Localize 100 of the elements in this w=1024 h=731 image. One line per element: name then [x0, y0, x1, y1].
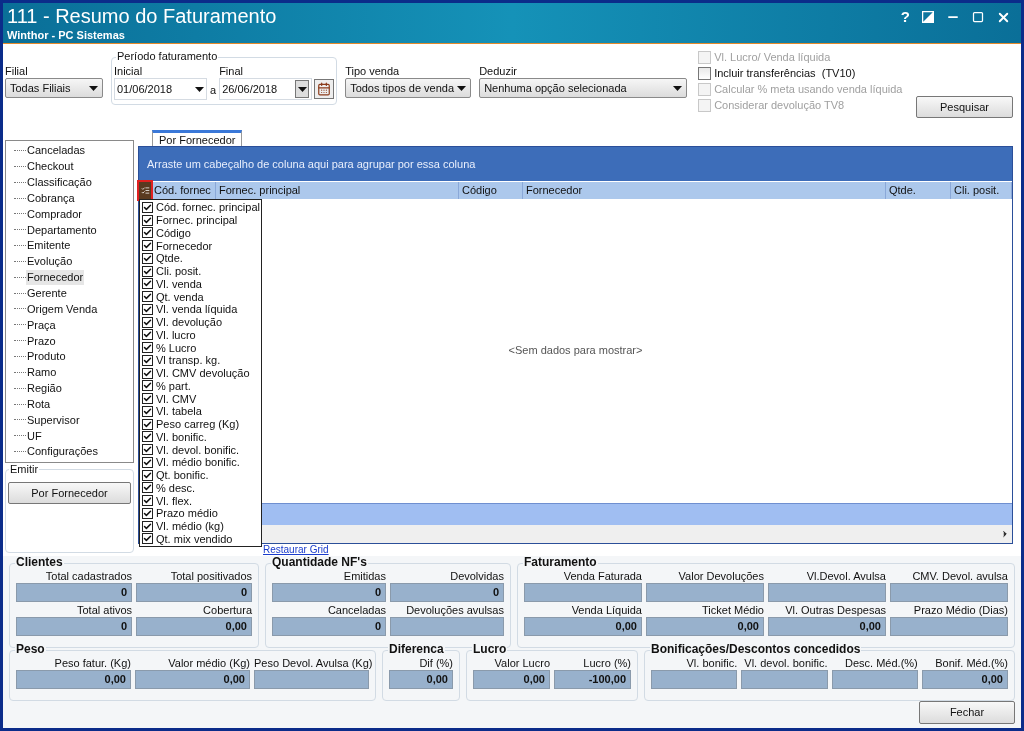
checkbox[interactable]: [142, 431, 153, 443]
tree-item[interactable]: Comprador: [26, 206, 84, 222]
tree-item[interactable]: Checkout: [26, 159, 75, 175]
menu-item[interactable]: Qtde.: [140, 251, 261, 265]
tree-item[interactable]: Cobrança: [26, 190, 76, 206]
checkbox[interactable]: [142, 354, 153, 366]
checkbox[interactable]: [142, 240, 153, 251]
tree-item[interactable]: Fornecedor: [26, 270, 85, 286]
tree-item[interactable]: Prazo: [26, 333, 57, 349]
help-button[interactable]: ?: [900, 9, 910, 25]
tree-item[interactable]: Gerente: [26, 286, 68, 301]
restore-grid-link[interactable]: Restaurar Grid: [263, 544, 329, 556]
menu-item[interactable]: Vl. devolução: [140, 315, 261, 329]
menu-item[interactable]: Cód. fornec. principal: [140, 200, 261, 214]
column-header[interactable]: Fornecedor: [523, 181, 886, 199]
search-button[interactable]: Pesquisar: [916, 96, 1013, 118]
checkbox[interactable]: [142, 291, 153, 302]
checkbox[interactable]: [142, 316, 153, 328]
tree-item[interactable]: Rota: [26, 396, 52, 412]
menu-item[interactable]: Código: [140, 226, 261, 240]
checkbox[interactable]: [142, 367, 153, 379]
maximize-icon[interactable]: [972, 11, 984, 23]
calendar-button[interactable]: [314, 79, 335, 99]
report-button[interactable]: Por Fornecedor: [8, 482, 131, 504]
scroll-right-icon[interactable]: [1000, 529, 1010, 540]
menu-item[interactable]: Vl. CMV devolução: [140, 366, 261, 380]
menu-item[interactable]: Cli. posit.: [140, 264, 261, 278]
tree-item[interactable]: UF: [26, 428, 43, 444]
column-header[interactable]: Fornec. principal: [216, 181, 459, 199]
column-header[interactable]: Qtde.: [886, 181, 951, 199]
checkbox[interactable]: [142, 252, 153, 264]
branch-dropdown[interactable]: Todas Filiais: [5, 78, 103, 98]
checkbox[interactable]: [142, 303, 153, 315]
menu-item[interactable]: Vl. tabela: [140, 404, 261, 418]
restore-layout-icon[interactable]: [922, 11, 934, 23]
checkbox[interactable]: [142, 329, 153, 341]
menu-item[interactable]: Vl. venda: [140, 277, 261, 291]
checkbox[interactable]: [142, 482, 153, 494]
checkbox[interactable]: [698, 66, 712, 80]
column-chooser-button[interactable]: [139, 181, 151, 199]
checkbox[interactable]: [142, 214, 153, 226]
menu-item[interactable]: % Lucro: [140, 341, 261, 354]
close-button[interactable]: Fechar: [919, 701, 1015, 724]
menu-item[interactable]: Vl. devol. bonific.: [140, 443, 261, 456]
checkbox[interactable]: [142, 380, 153, 392]
checkbox[interactable]: [142, 278, 153, 290]
checkbox[interactable]: [142, 405, 153, 417]
menu-item[interactable]: Prazo médio: [140, 506, 261, 520]
tree-item[interactable]: Origem Venda: [26, 301, 99, 317]
tree-item[interactable]: Emitente: [26, 238, 72, 254]
checkbox[interactable]: [142, 507, 153, 519]
group-title: Emitir: [9, 463, 40, 476]
menu-item[interactable]: Vl. médio (kg): [140, 519, 261, 533]
checkbox[interactable]: [142, 342, 153, 353]
menu-item[interactable]: Peso carreg (Kg): [140, 417, 261, 431]
menu-item[interactable]: Qt. venda: [140, 290, 261, 303]
tree-item[interactable]: Evolução: [26, 254, 74, 270]
tree-item[interactable]: Ramo: [26, 365, 58, 381]
deduct-dropdown[interactable]: Nenhuma opção selecionada: [479, 78, 688, 98]
end-date-field[interactable]: 26/06/2018: [219, 78, 313, 100]
menu-item[interactable]: Vl. venda líquida: [140, 302, 261, 316]
menu-item[interactable]: % part.: [140, 379, 261, 393]
group-title: Período faturamento: [116, 50, 219, 63]
tree-item[interactable]: Configurações: [26, 444, 99, 460]
checkbox[interactable]: [142, 469, 153, 481]
checkbox[interactable]: [142, 201, 153, 213]
menu-item[interactable]: Qt. bonific.: [140, 468, 261, 482]
tree-item[interactable]: Produto: [26, 349, 67, 365]
checkbox[interactable]: [142, 520, 153, 532]
checkbox[interactable]: [142, 418, 153, 430]
menu-item[interactable]: Fornecedor: [140, 239, 261, 252]
tree-item[interactable]: Supervisor: [26, 412, 81, 428]
sale-type-dropdown[interactable]: Todos tipos de venda: [345, 78, 472, 98]
start-date-field[interactable]: 01/06/2018: [114, 78, 207, 100]
checkbox[interactable]: [142, 227, 153, 239]
tree-item[interactable]: Canceladas: [26, 143, 87, 159]
tree-item[interactable]: Região: [26, 381, 63, 397]
checkbox[interactable]: [142, 495, 153, 506]
dropdown-button[interactable]: [295, 80, 310, 98]
menu-item[interactable]: Vl. flex.: [140, 494, 261, 507]
tree-item[interactable]: Classificação: [26, 175, 93, 191]
tree-item[interactable]: Praça: [26, 317, 57, 333]
tab[interactable]: Por Fornecedor: [152, 129, 243, 146]
menu-item[interactable]: Fornec. principal: [140, 213, 261, 227]
menu-item[interactable]: % desc.: [140, 481, 261, 495]
column-header[interactable]: Cli. posit.: [951, 181, 1012, 199]
checkbox[interactable]: [142, 444, 153, 455]
menu-item[interactable]: Vl. CMV: [140, 392, 261, 405]
menu-item[interactable]: Vl. bonific.: [140, 430, 261, 444]
menu-item[interactable]: Qt. mix vendido: [140, 532, 261, 546]
menu-item[interactable]: Vl. médio bonific.: [140, 455, 261, 469]
checkbox[interactable]: [142, 533, 153, 545]
checkbox[interactable]: [142, 456, 153, 468]
column-header[interactable]: Código: [459, 181, 523, 199]
checkbox[interactable]: [142, 265, 153, 277]
checkbox[interactable]: [142, 393, 153, 404]
tree-item[interactable]: Departamento: [26, 222, 98, 238]
menu-item[interactable]: Vl. lucro: [140, 328, 261, 342]
column-header[interactable]: Cód. fornec: [151, 181, 216, 199]
menu-item[interactable]: Vl transp. kg.: [140, 353, 261, 367]
